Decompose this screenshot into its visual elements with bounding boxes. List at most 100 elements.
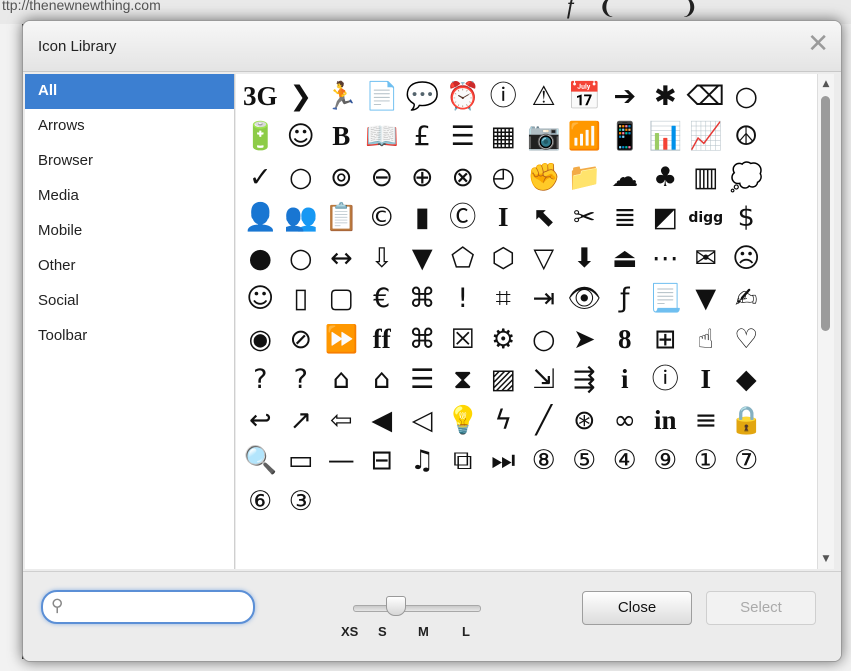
library-icon[interactable]: ◁	[402, 400, 443, 441]
library-icon[interactable]: 👤	[240, 198, 281, 239]
library-icon[interactable]: ⧉	[443, 441, 484, 482]
library-icon[interactable]: €	[362, 279, 403, 320]
library-icon[interactable]: B	[321, 117, 362, 158]
library-icon[interactable]: ⌫	[686, 76, 727, 117]
library-icon[interactable]: ➤	[564, 319, 605, 360]
library-icon[interactable]: 💭	[726, 157, 767, 198]
library-icon[interactable]: —	[321, 441, 362, 482]
slider-track[interactable]	[353, 605, 481, 612]
library-icon[interactable]: ☹	[726, 238, 767, 279]
library-icon[interactable]: 👥	[281, 198, 322, 239]
library-icon[interactable]: ✓	[240, 157, 281, 198]
library-icon[interactable]: 📖	[362, 117, 403, 158]
library-icon[interactable]: ◆	[726, 360, 767, 401]
library-icon[interactable]: ❯	[281, 76, 322, 117]
category-item-media[interactable]: Media	[25, 179, 234, 214]
library-icon[interactable]: ⇲	[524, 360, 565, 401]
library-icon[interactable]: 📈	[686, 117, 727, 158]
library-icon[interactable]: ③	[281, 481, 322, 522]
library-icon[interactable]: ▢	[321, 279, 362, 320]
library-icon[interactable]: ⑧	[524, 441, 565, 482]
library-icon[interactable]: £	[402, 117, 443, 158]
library-icon[interactable]: 📶	[564, 117, 605, 158]
library-icon[interactable]: ◉	[240, 319, 281, 360]
scroll-down-arrow-icon[interactable]: ▼	[820, 553, 832, 565]
library-icon[interactable]: ?	[281, 360, 322, 401]
library-icon[interactable]: ○	[524, 319, 565, 360]
library-icon[interactable]: ⑦	[726, 441, 767, 482]
library-icon[interactable]: ○	[726, 76, 767, 117]
library-icon[interactable]: ⬉	[524, 198, 565, 239]
library-icon[interactable]: ①	[686, 441, 727, 482]
library-icon[interactable]: ƒ	[605, 279, 646, 320]
library-icon[interactable]: ☰	[443, 117, 484, 158]
library-icon[interactable]: 8	[605, 319, 646, 360]
library-icon[interactable]: ⏏	[605, 238, 646, 279]
library-icon[interactable]: ◀	[362, 400, 403, 441]
category-item-other[interactable]: Other	[25, 249, 234, 284]
library-icon[interactable]: ff	[362, 319, 403, 360]
library-icon[interactable]: ⊚	[321, 157, 362, 198]
library-icon[interactable]: ⧗	[443, 360, 484, 401]
library-icon[interactable]: ⊟	[362, 441, 403, 482]
library-icon[interactable]: ●	[240, 238, 281, 279]
library-icon[interactable]: 📅	[564, 76, 605, 117]
category-item-all[interactable]: All	[25, 74, 234, 109]
library-icon[interactable]: ↔	[321, 238, 362, 279]
library-icon[interactable]: ✱	[645, 76, 686, 117]
library-icon[interactable]: ⊖	[362, 157, 403, 198]
library-icon[interactable]: ⚙	[483, 319, 524, 360]
library-icon[interactable]: ⬇	[564, 238, 605, 279]
library-icon[interactable]: ▽	[524, 238, 565, 279]
library-icon[interactable]: I	[686, 360, 727, 401]
library-icon[interactable]: ◩	[645, 198, 686, 239]
library-icon[interactable]: 📋	[321, 198, 362, 239]
library-icon[interactable]: i	[605, 360, 646, 401]
library-icon[interactable]: ⌂	[321, 360, 362, 401]
library-icon[interactable]: ◴	[483, 157, 524, 198]
library-icon[interactable]: ⌗	[483, 279, 524, 320]
library-icon[interactable]: 🔒	[726, 400, 767, 441]
library-icon[interactable]: 📄	[362, 76, 403, 117]
scrollbar-thumb[interactable]	[821, 96, 830, 331]
library-icon[interactable]: ⊘	[281, 319, 322, 360]
icon-grid-scrollbar[interactable]: ▲ ▼	[817, 74, 834, 569]
library-icon[interactable]: ╱	[524, 400, 565, 441]
library-icon[interactable]: ♣	[645, 157, 686, 198]
library-icon[interactable]: ⏰	[443, 76, 484, 117]
library-icon[interactable]: ⓘ	[645, 360, 686, 401]
library-icon[interactable]: ▯	[281, 279, 322, 320]
library-icon[interactable]: ⌂	[362, 360, 403, 401]
library-icon[interactable]: ∞	[605, 400, 646, 441]
search-input[interactable]	[71, 596, 245, 618]
library-icon[interactable]: ⇶	[564, 360, 605, 401]
library-icon[interactable]: ⊛	[564, 400, 605, 441]
library-icon[interactable]: ©	[362, 198, 403, 239]
library-icon[interactable]: ☁	[605, 157, 646, 198]
library-icon[interactable]: ▦	[483, 117, 524, 158]
library-icon[interactable]: ④	[605, 441, 646, 482]
library-icon[interactable]: ✍	[726, 279, 767, 320]
library-icon[interactable]: ⚠	[524, 76, 565, 117]
category-item-social[interactable]: Social	[25, 284, 234, 319]
library-icon[interactable]: ○	[281, 157, 322, 198]
library-icon[interactable]: $	[726, 198, 767, 239]
slider-thumb[interactable]	[386, 596, 406, 616]
library-icon[interactable]: ≣	[605, 198, 646, 239]
category-item-arrows[interactable]: Arrows	[25, 109, 234, 144]
library-icon[interactable]: ☺	[281, 117, 322, 158]
library-icon[interactable]: in	[645, 400, 686, 441]
library-icon[interactable]: ⑤	[564, 441, 605, 482]
library-icon[interactable]: ⑨	[645, 441, 686, 482]
library-icon[interactable]: ▭	[281, 441, 322, 482]
select-button[interactable]: Select	[706, 591, 816, 625]
library-icon[interactable]: ⊞	[645, 319, 686, 360]
library-icon[interactable]: 🔋	[240, 117, 281, 158]
library-icon[interactable]: ▼	[686, 279, 727, 320]
library-icon[interactable]: 📷	[524, 117, 565, 158]
library-icon[interactable]: ⇩	[362, 238, 403, 279]
library-icon[interactable]: ⏩	[321, 319, 362, 360]
library-icon[interactable]: ▼	[402, 238, 443, 279]
library-icon[interactable]: 🏃	[321, 76, 362, 117]
library-icon[interactable]: ♡	[726, 319, 767, 360]
